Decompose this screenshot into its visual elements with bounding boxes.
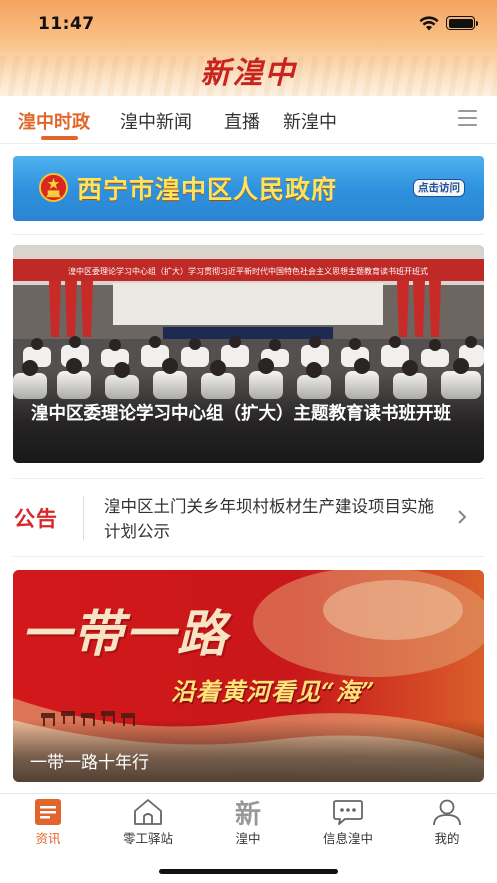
news-icon [35,799,61,825]
user-icon [433,799,461,826]
nav-item-gig-station[interactable]: 零工驿站 [103,794,193,854]
belt-road-card[interactable]: 一带一路 沿着黄河看见“海” 一带一路十年行 [13,570,484,782]
promo-title: 一带一路 [21,604,229,663]
nav-label: 资讯 [35,831,61,846]
chevron-right-icon[interactable] [456,509,468,525]
xin-logo-icon: 新 [235,799,261,826]
tab-zhibo[interactable]: 直播 [224,108,260,134]
nav-label: 我的 [434,831,460,846]
gov-website-banner[interactable]: 西宁市湟中区人民政府 点击访问 [13,156,484,221]
nav-item-info[interactable]: 信息湟中 [303,794,393,854]
app-header: 11:47 新湟中 [0,0,497,96]
headline-news-card[interactable]: 湟中区委理论学习中心组（扩大）学习贯彻习近平新时代中国特色社会主义思想主题教育读… [13,245,484,463]
nav-item-mine[interactable]: 我的 [402,794,492,854]
notice-text[interactable]: 湟中区土门关乡年坝村板材生产建设项目实施计划公示 [104,494,444,544]
gov-banner-title: 西宁市湟中区人民政府 [77,175,338,204]
nav-label: 信息湟中 [322,831,373,846]
nav-item-huangzhong[interactable]: 新 湟中 [203,794,293,854]
tab-xinwen[interactable]: 湟中新闻 [120,108,192,134]
tab-shizheng[interactable]: 湟中时政 [18,108,90,134]
promo-subtitle: 沿着黄河看见“海” [171,677,376,706]
channel-tabbar: 湟中时政 湟中新闻 直播 新湟中 [0,96,497,144]
menu-icon[interactable] [458,110,477,127]
section-divider [13,556,484,557]
chat-bubble-icon [333,800,363,825]
news-caption: 湟中区委理论学习中心组（扩大）主题教育读书班开班 [31,404,451,424]
svg-text:新: 新 [235,799,261,826]
nav-label: 零工驿站 [122,831,173,846]
promo-caption: 一带一路十年行 [30,753,149,773]
section-divider [13,234,484,235]
section-divider [13,478,484,479]
active-tab-indicator [41,136,78,140]
photo-banner-text: 湟中区委理论学习中心组（扩大）学习贯彻习近平新时代中国特色社会主义思想主题教育读… [68,266,428,276]
tab-xinhuangzhong[interactable]: 新湟中 [283,108,337,134]
home-indicator[interactable] [159,869,338,874]
house-icon [134,799,162,825]
national-emblem-icon [39,173,68,202]
brand-logo: 新湟中 [200,56,297,91]
nav-label: 湟中 [235,831,261,846]
battery-icon [446,16,478,30]
wifi-icon [419,16,439,31]
status-time: 11:47 [38,14,95,34]
nav-item-news[interactable]: 资讯 [3,794,93,854]
visit-button[interactable]: 点击访问 [413,179,465,197]
notice-separator [83,496,84,540]
notice-label: 公告 [14,507,58,531]
